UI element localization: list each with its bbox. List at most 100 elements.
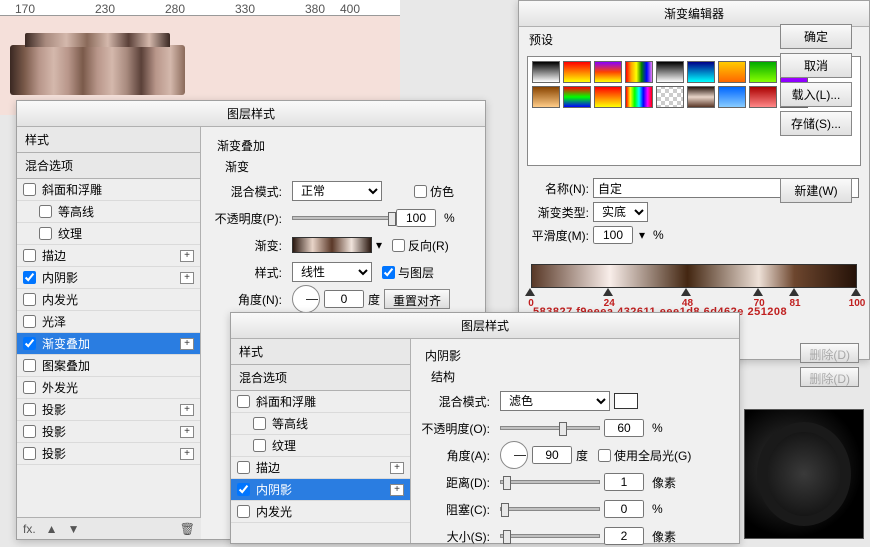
preset-swatch[interactable]: [532, 61, 560, 83]
preset-swatch[interactable]: [532, 86, 560, 108]
arrow-up-icon[interactable]: ▲: [46, 522, 58, 536]
preset-swatch[interactable]: [594, 61, 622, 83]
style-item-bevel[interactable]: 斜面和浮雕: [231, 391, 410, 413]
style-item-outer_glow[interactable]: 外发光: [17, 377, 200, 399]
style-item-bevel[interactable]: 斜面和浮雕: [17, 179, 200, 201]
delete-button[interactable]: 删除(D): [800, 343, 859, 363]
opacity-input[interactable]: [396, 209, 436, 227]
style-checkbox[interactable]: [39, 227, 52, 240]
spread-input[interactable]: [604, 500, 644, 518]
style-item-pattern_overlay[interactable]: 图案叠加: [17, 355, 200, 377]
blending-options[interactable]: 混合选项: [17, 153, 200, 179]
style-checkbox[interactable]: [23, 183, 36, 196]
style-item-inner_shadow[interactable]: 内阴影+: [231, 479, 410, 501]
plus-icon[interactable]: +: [180, 448, 194, 460]
angle-input[interactable]: [532, 446, 572, 464]
preset-swatch[interactable]: [594, 86, 622, 108]
plus-icon[interactable]: +: [180, 272, 194, 284]
style-checkbox[interactable]: [23, 403, 36, 416]
preset-swatch[interactable]: [749, 86, 777, 108]
spread-slider[interactable]: [500, 507, 600, 511]
cancel-button[interactable]: 取消: [780, 53, 852, 78]
style-checkbox[interactable]: [253, 417, 266, 430]
style-checkbox[interactable]: [23, 249, 36, 262]
angle-input[interactable]: [324, 290, 364, 308]
style-item-texture[interactable]: 纹理: [231, 435, 410, 457]
style-item-stroke[interactable]: 描边+: [17, 245, 200, 267]
style-checkbox[interactable]: [23, 447, 36, 460]
style-item-drop_shadow3[interactable]: 投影+: [17, 443, 200, 465]
arrow-down-icon[interactable]: ▼: [68, 522, 80, 536]
reset-align-button[interactable]: 重置对齐: [384, 289, 450, 309]
style-checkbox[interactable]: [23, 293, 36, 306]
style-checkbox[interactable]: [237, 483, 250, 496]
dither-checkbox[interactable]: 仿色: [414, 183, 454, 200]
style-item-stroke[interactable]: 描边+: [231, 457, 410, 479]
style-item-inner_glow[interactable]: 内发光: [17, 289, 200, 311]
style-item-inner_shadow[interactable]: 内阴影+: [17, 267, 200, 289]
style-checkbox[interactable]: [237, 395, 250, 408]
preset-swatch[interactable]: [656, 86, 684, 108]
plus-icon[interactable]: +: [390, 484, 404, 496]
distance-input[interactable]: [604, 473, 644, 491]
load-button[interactable]: 载入(L)...: [780, 82, 852, 107]
reverse-checkbox[interactable]: 反向(R): [392, 237, 449, 254]
style-checkbox[interactable]: [23, 359, 36, 372]
preset-swatch[interactable]: [687, 86, 715, 108]
style-checkbox[interactable]: [23, 315, 36, 328]
opacity-input[interactable]: [604, 419, 644, 437]
preset-swatch[interactable]: [563, 61, 591, 83]
preset-swatch[interactable]: [749, 61, 777, 83]
style-item-texture[interactable]: 纹理: [17, 223, 200, 245]
ok-button[interactable]: 确定: [780, 24, 852, 49]
smoothness-input[interactable]: [593, 226, 633, 244]
size-slider[interactable]: [500, 534, 600, 538]
blend-mode-select[interactable]: 滤色: [500, 391, 610, 411]
plus-icon[interactable]: +: [180, 426, 194, 438]
style-checkbox[interactable]: [23, 381, 36, 394]
gradient-type-select[interactable]: 实底: [593, 202, 648, 222]
style-checkbox[interactable]: [237, 461, 250, 474]
style-checkbox[interactable]: [23, 425, 36, 438]
style-checkbox[interactable]: [23, 271, 36, 284]
style-checkbox[interactable]: [23, 337, 36, 350]
style-checkbox[interactable]: [253, 439, 266, 452]
save-button[interactable]: 存储(S)...: [780, 111, 852, 136]
opacity-slider[interactable]: [292, 216, 392, 220]
style-item-contour[interactable]: 等高线: [17, 201, 200, 223]
plus-icon[interactable]: +: [390, 462, 404, 474]
angle-dial[interactable]: [500, 441, 528, 469]
size-input[interactable]: [604, 527, 644, 545]
preset-swatch[interactable]: [718, 61, 746, 83]
preset-swatch[interactable]: [625, 61, 653, 83]
style-item-satin[interactable]: 光泽: [17, 311, 200, 333]
angle-dial[interactable]: [292, 285, 320, 313]
dropdown-icon[interactable]: ▾: [376, 238, 382, 252]
preset-swatch[interactable]: [625, 86, 653, 108]
opacity-slider[interactable]: [500, 426, 600, 430]
distance-slider[interactable]: [500, 480, 600, 484]
color-swatch[interactable]: [614, 393, 638, 409]
delete-button[interactable]: 删除(D): [800, 367, 859, 387]
style-checkbox[interactable]: [237, 505, 250, 518]
plus-icon[interactable]: +: [180, 404, 194, 416]
align-checkbox[interactable]: 与图层: [382, 264, 434, 281]
new-button[interactable]: 新建(W): [780, 178, 852, 203]
style-item-drop_shadow2[interactable]: 投影+: [17, 421, 200, 443]
gradient-preview[interactable]: [292, 237, 372, 253]
gradient-bar[interactable]: 024487081100: [531, 264, 857, 302]
blend-mode-select[interactable]: 正常: [292, 181, 382, 201]
preset-swatch[interactable]: [718, 86, 746, 108]
preset-swatch[interactable]: [656, 61, 684, 83]
trash-icon[interactable]: 🗑: [180, 522, 195, 536]
plus-icon[interactable]: +: [180, 250, 194, 262]
plus-icon[interactable]: +: [180, 338, 194, 350]
fx-icon[interactable]: fx.: [23, 522, 36, 536]
style-item-inner_glow[interactable]: 内发光: [231, 501, 410, 523]
blending-options[interactable]: 混合选项: [231, 365, 410, 391]
grad-style-select[interactable]: 线性: [292, 262, 372, 282]
global-light-checkbox[interactable]: 使用全局光(G): [598, 447, 691, 464]
style-item-contour[interactable]: 等高线: [231, 413, 410, 435]
preset-swatch[interactable]: [563, 86, 591, 108]
style-checkbox[interactable]: [39, 205, 52, 218]
